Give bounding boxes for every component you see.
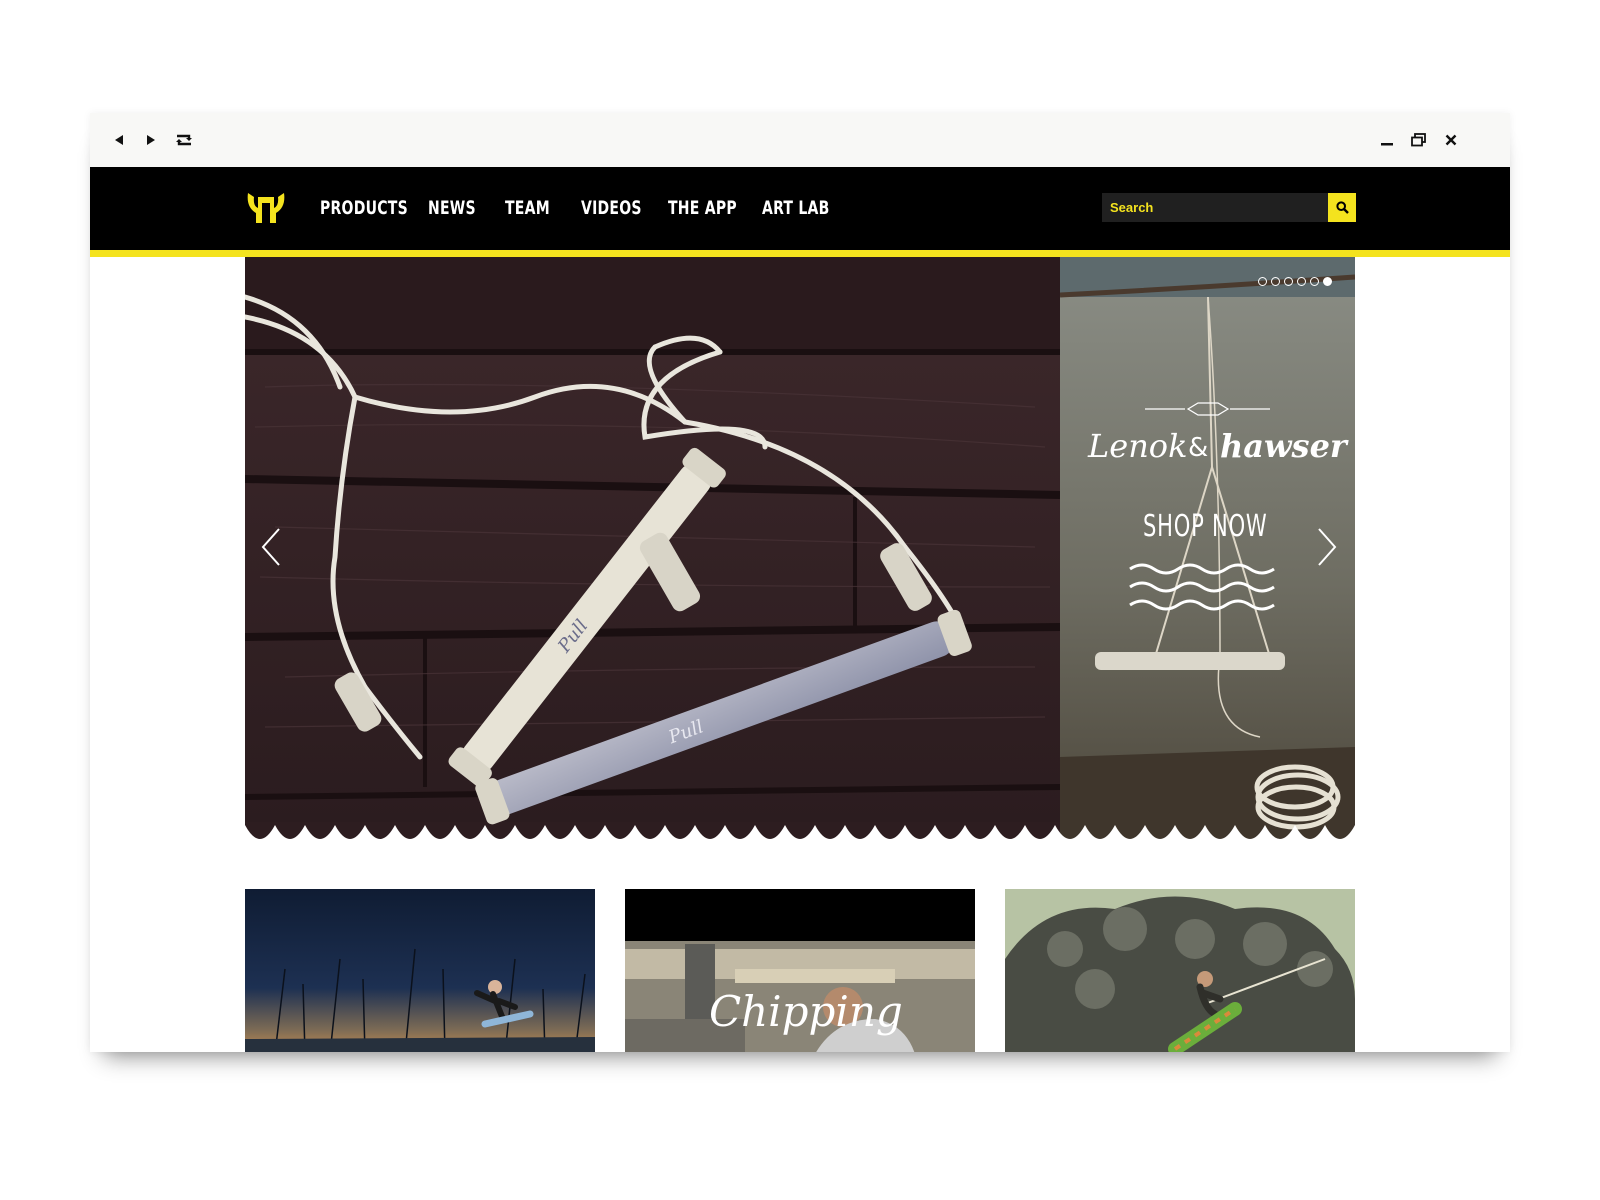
promo-brand-lenok: Lenok: [1088, 427, 1188, 465]
nav-team[interactable]: TEAM: [505, 167, 550, 250]
thumb-chipping-video[interactable]: Chipping: [625, 889, 975, 1052]
window-titlebar: [90, 113, 1510, 167]
search-icon: [1335, 201, 1349, 214]
slider-dot[interactable]: [1271, 277, 1280, 286]
thumb-tree-wakeboard[interactable]: [1005, 889, 1355, 1052]
hero-slider: Pull Pull Lenok & hawser SHOP NOW: [245, 257, 1355, 852]
search-button[interactable]: [1328, 193, 1356, 222]
shop-now-link[interactable]: SHOP NOW: [1143, 509, 1268, 544]
minimize-icon[interactable]: [1376, 113, 1398, 167]
nav-news[interactable]: NEWS: [428, 167, 476, 250]
nav-art-lab[interactable]: ART LAB: [762, 167, 830, 250]
slider-dot[interactable]: [1297, 277, 1306, 286]
slider-prev-arrow-icon[interactable]: [257, 525, 287, 569]
nav-the-app[interactable]: THE APP: [668, 167, 737, 250]
forward-icon[interactable]: [140, 113, 162, 167]
search-input[interactable]: [1102, 193, 1328, 222]
close-icon[interactable]: [1440, 113, 1462, 167]
thumb-night-wakeboard[interactable]: [245, 889, 595, 1052]
browser-window: PRODUCTS NEWS TEAM VIDEOS THE APP ART LA…: [90, 113, 1510, 1052]
nav-products[interactable]: PRODUCTS: [320, 167, 408, 250]
slider-dot-active[interactable]: [1323, 277, 1332, 286]
slider-next-arrow-icon[interactable]: [1311, 525, 1341, 569]
thumb-caption-chipping: Chipping: [709, 987, 903, 1036]
search-box: [1102, 193, 1356, 222]
site-logo[interactable]: [244, 189, 288, 227]
restore-icon[interactable]: [1408, 113, 1430, 167]
scalloped-edge: [245, 825, 1355, 852]
promo-brand-amp: &: [1188, 433, 1209, 463]
slider-dot[interactable]: [1284, 277, 1293, 286]
slider-dot[interactable]: [1310, 277, 1319, 286]
nav-videos[interactable]: VIDEOS: [581, 167, 642, 250]
slider-dot[interactable]: [1258, 277, 1267, 286]
back-icon[interactable]: [108, 113, 130, 167]
hero-rope-handle-image[interactable]: Pull Pull: [245, 257, 1060, 852]
slider-dots: [1258, 277, 1332, 289]
site-navbar: PRODUCTS NEWS TEAM VIDEOS THE APP ART LA…: [90, 167, 1510, 250]
promo-brand-hawser: hawser: [1220, 427, 1347, 465]
nav-accent-line: [90, 250, 1510, 257]
repeat-icon[interactable]: [172, 113, 196, 167]
